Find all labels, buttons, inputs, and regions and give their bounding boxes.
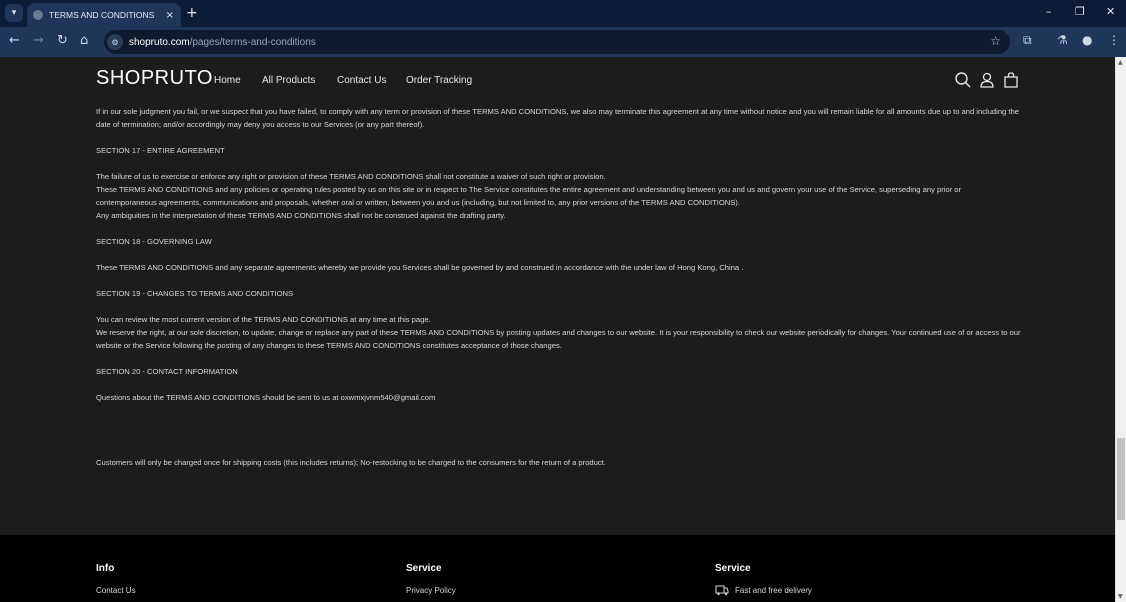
footer-link-contact-us[interactable]: Contact Us bbox=[96, 586, 136, 595]
cart-bag-icon[interactable] bbox=[1002, 71, 1020, 89]
tab-terms[interactable]: TERMS AND CONDITIONS × bbox=[27, 3, 181, 27]
section19-paragraph-1: You can review the most current version … bbox=[96, 315, 431, 324]
browser-titlebar: ▾ TERMS AND CONDITIONS × + – ❐ ✕ bbox=[0, 0, 1126, 27]
page-scrollbar[interactable]: ▲ ▼ bbox=[1115, 57, 1126, 602]
tab-close-icon[interactable]: × bbox=[166, 10, 174, 21]
labs-icon[interactable]: ⚗ bbox=[1057, 33, 1068, 47]
url-domain: shopruto.com bbox=[129, 36, 190, 48]
section18-paragraph: These TERMS AND CONDITIONS and any separ… bbox=[96, 263, 744, 272]
new-tab-button[interactable]: + bbox=[186, 5, 198, 21]
footer-info-column: Info Contact Us bbox=[96, 563, 136, 595]
window-close-button[interactable]: ✕ bbox=[1106, 5, 1115, 18]
bookmark-star-icon[interactable]: ☆ bbox=[990, 34, 1001, 48]
section19-paragraph-2: We reserve the right, at our sole discre… bbox=[96, 328, 1021, 350]
globe-icon bbox=[33, 10, 43, 20]
footer-info-title: Info bbox=[96, 563, 115, 574]
nav-order-tracking[interactable]: Order Tracking bbox=[406, 75, 472, 86]
footer-service-features-title: Service bbox=[715, 563, 751, 574]
shipping-note: Customers will only be charged once for … bbox=[96, 458, 606, 467]
footer-service-features-column: Service Fast and free delivery bbox=[715, 563, 812, 596]
site-footer: Info Contact Us Service Privacy Policy S… bbox=[0, 535, 1115, 602]
section19-title: SECTION 19 - CHANGES TO TERMS AND CONDIT… bbox=[96, 289, 294, 298]
url-text[interactable]: shopruto.com/pages/terms-and-conditions bbox=[129, 37, 316, 48]
fast-free-delivery-text: Fast and free delivery bbox=[735, 586, 812, 595]
minimize-button[interactable]: – bbox=[1046, 5, 1052, 18]
section20-title: SECTION 20 - CONTACT INFORMATION bbox=[96, 367, 238, 376]
browser-toolbar: ← → ↻ ⌂ ⚙ shopruto.com/pages/terms-and-c… bbox=[0, 27, 1126, 57]
scroll-down-arrow-icon[interactable]: ▼ bbox=[1118, 593, 1123, 600]
scrollbar-thumb[interactable] bbox=[1117, 438, 1125, 520]
menu-icon[interactable]: ⋮ bbox=[1108, 33, 1120, 47]
scroll-up-arrow-icon[interactable]: ▲ bbox=[1118, 59, 1123, 66]
footer-service-title: Service bbox=[406, 563, 442, 574]
tab-title: TERMS AND CONDITIONS bbox=[49, 10, 155, 20]
address-bar[interactable]: ⚙ shopruto.com/pages/terms-and-condition… bbox=[104, 30, 1010, 54]
section18-title: SECTION 18 - GOVERNING LAW bbox=[96, 237, 212, 246]
account-icon[interactable] bbox=[978, 71, 996, 89]
delivery-truck-icon bbox=[715, 585, 729, 596]
reload-icon[interactable]: ↻ bbox=[57, 33, 68, 48]
footer-service-column: Service Privacy Policy bbox=[406, 563, 456, 595]
footer-link-privacy-policy[interactable]: Privacy Policy bbox=[406, 586, 456, 595]
site-header: SHOPRUTO Home All Products Contact Us Or… bbox=[96, 65, 1021, 99]
section17-paragraph-2: These TERMS AND CONDITIONS and any polic… bbox=[96, 185, 962, 207]
profile-icon[interactable]: ● bbox=[1082, 33, 1092, 47]
extensions-icon[interactable]: ⧉ bbox=[1023, 33, 1032, 48]
nav-all-products[interactable]: All Products bbox=[262, 75, 315, 86]
section20-paragraph: Questions about the TERMS AND CONDITIONS… bbox=[96, 393, 436, 402]
page-content: SHOPRUTO Home All Products Contact Us Or… bbox=[0, 57, 1115, 602]
terms-content: If in our sole judgment you fail, or we … bbox=[96, 105, 1021, 469]
nav-home[interactable]: Home bbox=[214, 75, 241, 86]
forward-icon[interactable]: → bbox=[33, 33, 44, 48]
section17-paragraph-3: Any ambiguities in the interpretation of… bbox=[96, 211, 506, 220]
section17-title: SECTION 17 - ENTIRE AGREEMENT bbox=[96, 146, 225, 155]
home-icon[interactable]: ⌂ bbox=[80, 33, 88, 48]
tab-search-button[interactable]: ▾ bbox=[5, 4, 23, 22]
site-info-icon[interactable]: ⚙ bbox=[107, 34, 123, 50]
nav-contact-us[interactable]: Contact Us bbox=[337, 75, 386, 86]
section16-paragraph: If in our sole judgment you fail, or we … bbox=[96, 107, 1019, 129]
chevron-down-icon: ▾ bbox=[11, 8, 17, 18]
search-icon[interactable] bbox=[954, 71, 972, 89]
back-icon[interactable]: ← bbox=[9, 33, 20, 48]
restore-button[interactable]: ❐ bbox=[1075, 5, 1085, 18]
site-logo[interactable]: SHOPRUTO bbox=[96, 67, 213, 90]
section17-paragraph-1: The failure of us to exercise or enforce… bbox=[96, 172, 606, 181]
url-path: /pages/terms-and-conditions bbox=[189, 36, 316, 48]
